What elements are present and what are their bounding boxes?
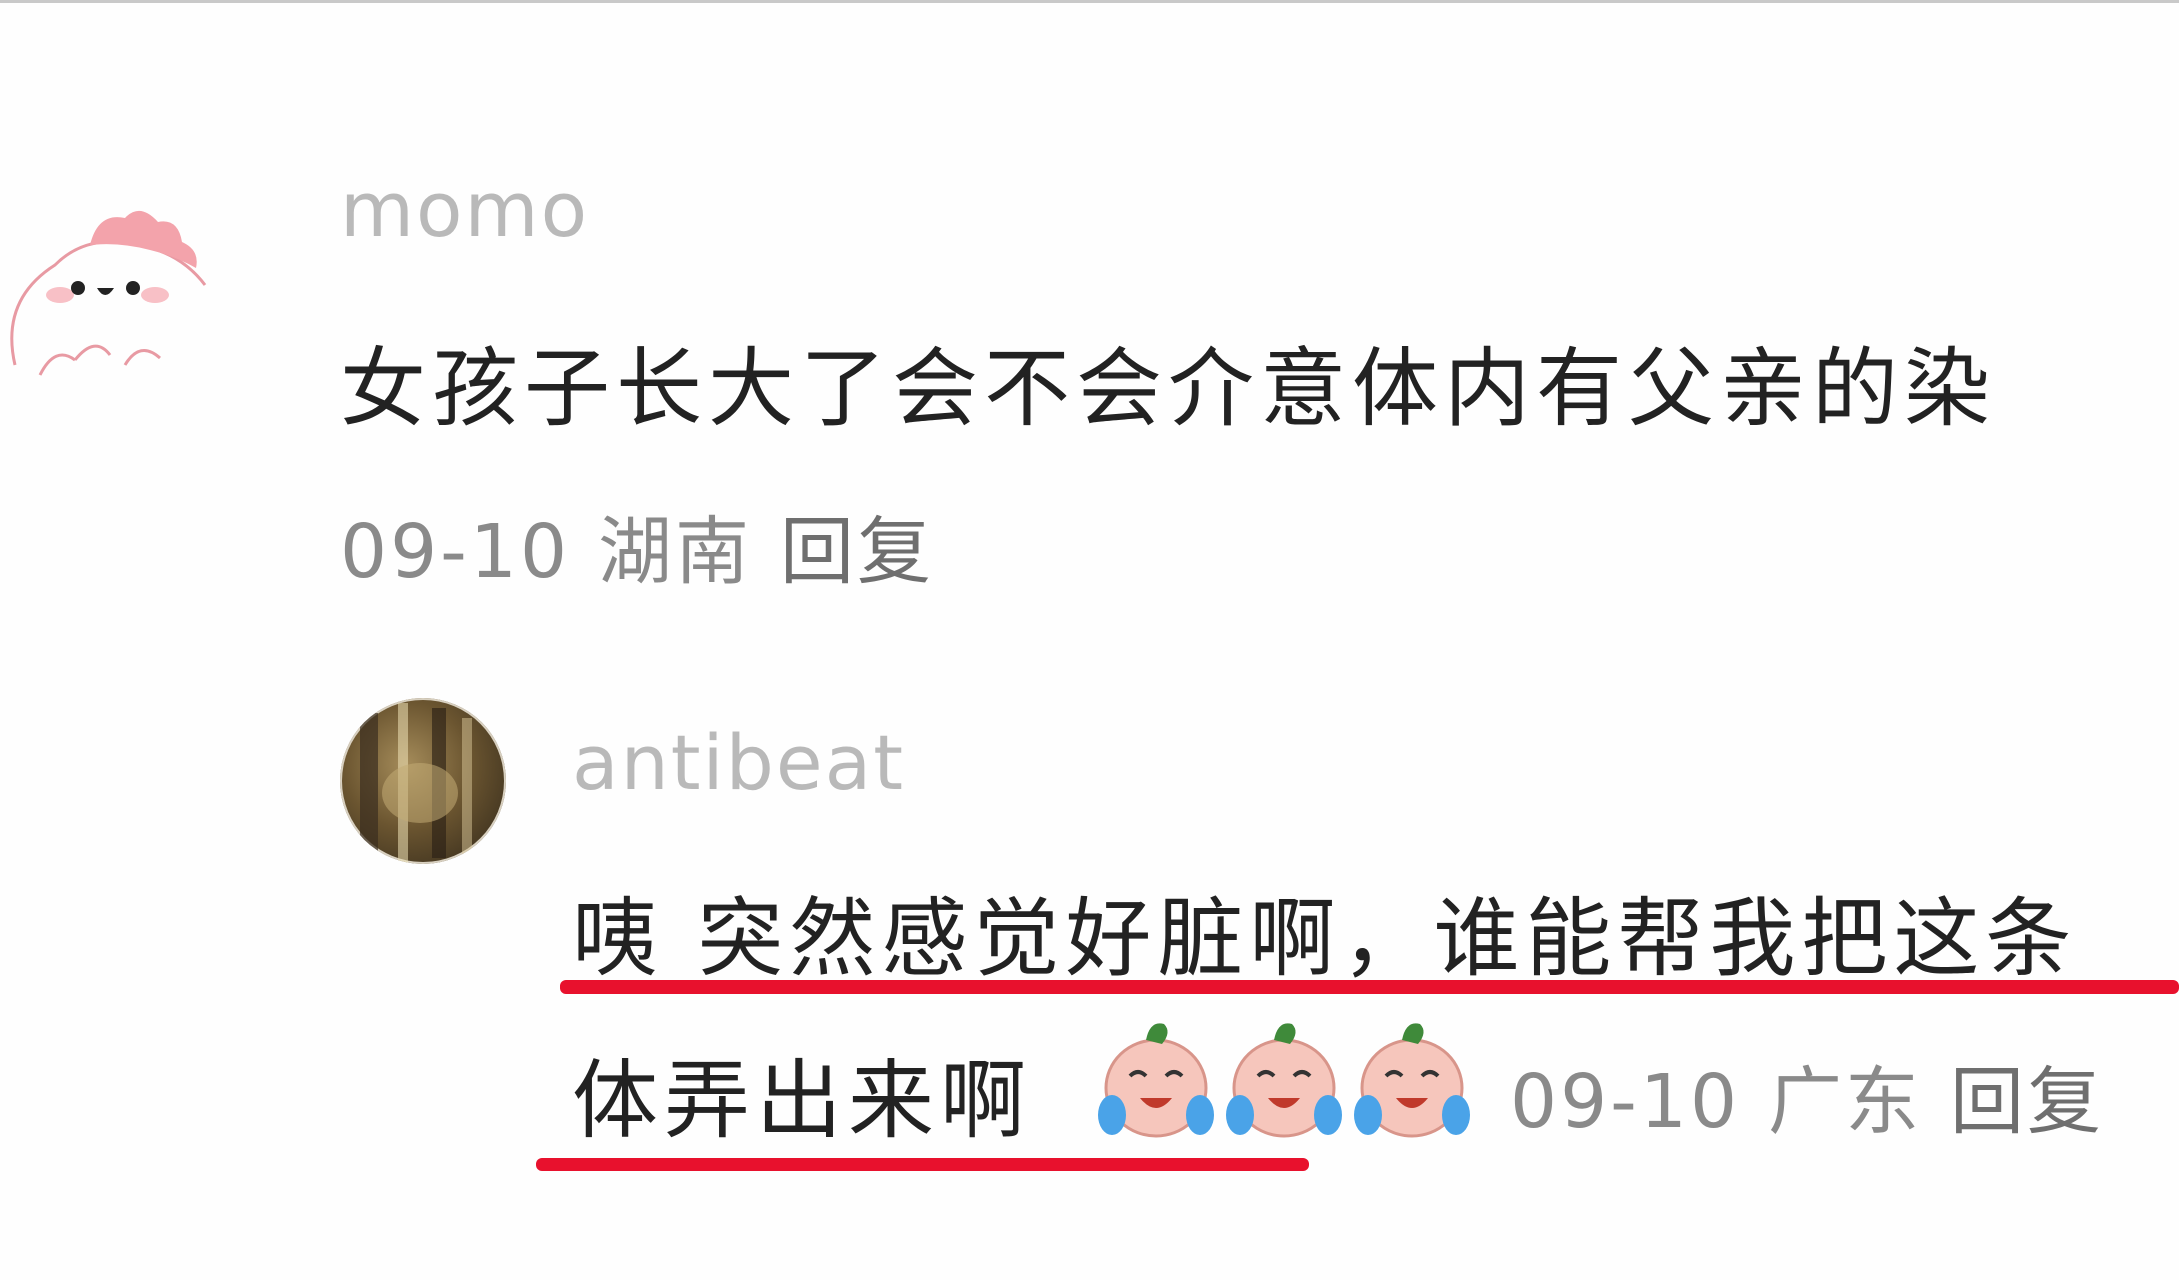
main-reply-button[interactable]: 回复: [780, 509, 934, 595]
reply-comment-location: 广东: [1768, 1059, 1923, 1145]
reply-comment-username[interactable]: antibeat: [572, 718, 905, 807]
top-divider: [0, 0, 2179, 3]
photo-avatar-icon[interactable]: [340, 698, 506, 864]
reply-comment-date: 09-10: [1510, 1059, 1741, 1145]
main-comment-location: 湖南: [598, 509, 753, 595]
reply-comment-text-line1: 咦 突然感觉好脏啊，谁能帮我把这条: [572, 889, 2078, 989]
emoji-row: [1092, 1010, 1484, 1145]
cute-chick-avatar-icon[interactable]: [0, 170, 250, 410]
reply-comment-meta: 09-10 广东 回复: [1510, 1042, 2132, 1149]
main-comment-username[interactable]: momo: [340, 165, 589, 254]
comment-thread: momo 女孩子长大了会不会介意体内有父亲的染 09-10 湖南 回复 antibe…: [0, 0, 2179, 1280]
crying-face-emoji-icon: [1348, 1010, 1476, 1145]
crying-face-emoji-icon: [1220, 1010, 1348, 1145]
main-comment-text: 女孩子长大了会不会介意体内有父亲的染: [340, 339, 1996, 439]
reply-reply-button[interactable]: 回复: [1950, 1059, 2104, 1145]
main-comment-date: 09-10: [340, 509, 571, 595]
highlight-underline-2: [536, 1158, 1309, 1171]
main-comment-meta: 09-10 湖南 回复: [340, 492, 962, 599]
highlight-underline-1: [560, 980, 2179, 994]
crying-face-emoji-icon: [1092, 1010, 1220, 1145]
reply-comment-text-line2: 体弄出来啊: [572, 1051, 1032, 1151]
